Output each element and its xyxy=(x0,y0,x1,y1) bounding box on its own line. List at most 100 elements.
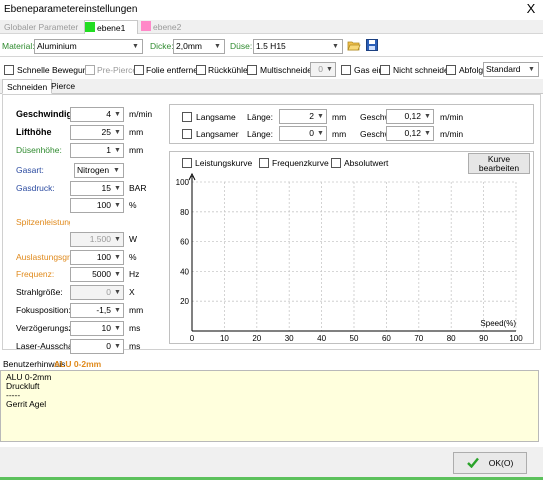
chevron-down-icon: ▼ xyxy=(332,43,339,50)
material-select[interactable]: Aluminium ▼ xyxy=(34,39,143,54)
param-stepper[interactable]: 15 ▼ xyxy=(70,181,124,196)
y-tick-label: 100 xyxy=(176,178,190,187)
langsamer-checkbox[interactable] xyxy=(182,129,192,139)
param-stepper[interactable]: 4 ▼ xyxy=(70,107,124,122)
laenge2-stepper[interactable]: 0 ▼ xyxy=(279,126,327,141)
schnelle-label: Schnelle Bewegung xyxy=(17,65,93,75)
param-label: Laser-Ausschalt xyxy=(16,341,70,351)
param-stepper[interactable]: 1.500 ▼ xyxy=(70,232,124,247)
folie-checkbox[interactable] xyxy=(134,65,144,75)
gasart-select[interactable]: Nitrogen ▼ xyxy=(74,163,124,178)
param-unit: mm xyxy=(129,145,144,155)
chevron-down-icon: ▼ xyxy=(114,185,121,192)
dicke-label: Dicke: xyxy=(150,41,174,51)
notes-line: ----- xyxy=(6,390,21,400)
param-value: 4 xyxy=(106,109,111,119)
rueckkuehler-checkbox[interactable] xyxy=(196,65,206,75)
laenge1-value: 2 xyxy=(309,111,314,121)
chevron-down-icon: ▼ xyxy=(114,325,121,332)
checkmark-icon xyxy=(466,457,479,469)
abfolge-checkbox[interactable] xyxy=(446,65,456,75)
param-stepper[interactable]: 10 ▼ xyxy=(70,321,124,336)
notes-line: Gerrit Agel xyxy=(6,399,47,409)
dicke-select[interactable]: 2,0mm ▼ xyxy=(173,39,225,54)
param-unit: X xyxy=(129,287,135,297)
chevron-down-icon: ▼ xyxy=(114,236,121,243)
prepierce-label: Pre-Pierce xyxy=(97,65,138,75)
slow-group: Langsame Länge: 2 ▼ mm Geschw 0,12 ▼ m/min… xyxy=(169,104,534,144)
chevron-down-icon: ▼ xyxy=(528,66,535,73)
schnelle-checkbox[interactable] xyxy=(4,65,14,75)
tab-label: ebene2 xyxy=(153,22,182,32)
tab-global-parameter[interactable]: Globaler Parameter xyxy=(2,20,80,34)
multi-value: 0 xyxy=(318,64,323,74)
notes-textarea[interactable]: ALU 0-2mm Druckluft ----- Gerrit Agel xyxy=(0,370,539,442)
param-unit: Hz xyxy=(129,269,140,279)
mm-unit: mm xyxy=(332,112,347,122)
param-unit: BAR xyxy=(129,183,147,193)
multischneider-count[interactable]: 0 ▼ xyxy=(310,62,336,77)
close-icon[interactable]: X xyxy=(522,1,540,17)
gas-checkbox[interactable] xyxy=(341,65,351,75)
param-value: 1 xyxy=(106,145,111,155)
param-stepper[interactable]: 25 ▼ xyxy=(70,125,124,140)
param-label: Gasdruck: xyxy=(16,183,55,193)
rueckkuehler-label: Rückkühler xyxy=(208,65,251,75)
tab-pierce[interactable]: Pierce xyxy=(47,79,79,94)
duese-label: Düse: xyxy=(230,41,253,51)
window-title: Ebeneparametereinstellungen xyxy=(4,4,138,15)
tab-label: ebene1 xyxy=(97,23,126,33)
gesch2-stepper[interactable]: 0,12 ▼ xyxy=(386,126,434,141)
nicht-schneiden-label: Nicht schneiden xyxy=(393,65,454,75)
prepierce-checkbox[interactable] xyxy=(85,65,95,75)
param-stepper[interactable]: 0 ▼ xyxy=(70,285,124,300)
laenge1-stepper[interactable]: 2 ▼ xyxy=(279,109,327,124)
param-unit: % xyxy=(129,252,137,262)
frequenzkurve-checkbox[interactable] xyxy=(259,158,269,168)
gesch1-stepper[interactable]: 0,12 ▼ xyxy=(386,109,434,124)
folie-label: Folie entfernen xyxy=(146,65,203,75)
subtab-bar: Schneiden Pierce xyxy=(0,79,543,94)
param-unit: % xyxy=(129,200,137,210)
tab-ebene1[interactable]: ebene1 xyxy=(84,20,138,34)
gesch-unit: m/min xyxy=(440,129,464,139)
param-stepper[interactable]: -1,5 ▼ xyxy=(70,303,124,318)
nicht-schneiden-checkbox[interactable] xyxy=(380,65,390,75)
x-tick-label: 30 xyxy=(285,334,294,342)
param-stepper[interactable]: 100 ▼ xyxy=(70,198,124,213)
tab-ebene2[interactable]: ebene2 xyxy=(141,20,195,34)
param-value: 0 xyxy=(106,341,111,351)
param-stepper[interactable]: 5000 ▼ xyxy=(70,267,124,282)
ok-button[interactable]: OK(O) xyxy=(453,452,527,474)
material-label: Material: xyxy=(2,41,35,51)
abfolge-value: Standard xyxy=(486,64,521,74)
multischneider-checkbox[interactable] xyxy=(247,65,257,75)
y-tick-label: 20 xyxy=(180,297,189,306)
langsame-checkbox[interactable] xyxy=(182,112,192,122)
abfolge-select[interactable]: Standard ▼ xyxy=(483,62,539,77)
notes-line: ALU 0-2mm xyxy=(6,372,52,382)
param-unit: mm xyxy=(129,305,144,315)
param-value: 100 xyxy=(96,200,111,210)
param-unit: ms xyxy=(129,323,141,333)
param-stepper[interactable]: 0 ▼ xyxy=(70,339,124,354)
duese-select[interactable]: 1.5 H15 ▼ xyxy=(253,39,343,54)
save-icon[interactable] xyxy=(366,39,378,51)
param-label: Verzögerungszeit xyxy=(16,323,70,333)
material-value: Aluminium xyxy=(37,41,77,51)
param-value: 10 xyxy=(101,323,111,333)
tab-schneiden[interactable]: Schneiden xyxy=(2,79,53,94)
param-value: 0 xyxy=(106,287,111,297)
param-stepper[interactable]: 1 ▼ xyxy=(70,143,124,158)
speed-chart: 0 10 20 30 40 50 60 70 80 90 100 20 40 60 80 100 Speed(%… xyxy=(176,172,523,342)
open-folder-icon[interactable] xyxy=(347,39,361,52)
chevron-down-icon: ▼ xyxy=(114,129,121,136)
leistungskurve-checkbox[interactable] xyxy=(182,158,192,168)
title-bar: Ebeneparametereinstellungen X xyxy=(0,0,543,20)
chevron-down-icon: ▼ xyxy=(214,43,221,50)
param-value: 100 xyxy=(96,252,111,262)
chevron-down-icon: ▼ xyxy=(132,43,139,50)
x-tick-label: 10 xyxy=(220,334,229,342)
absolutwert-checkbox[interactable] xyxy=(331,158,341,168)
param-stepper[interactable]: 100 ▼ xyxy=(70,250,124,265)
